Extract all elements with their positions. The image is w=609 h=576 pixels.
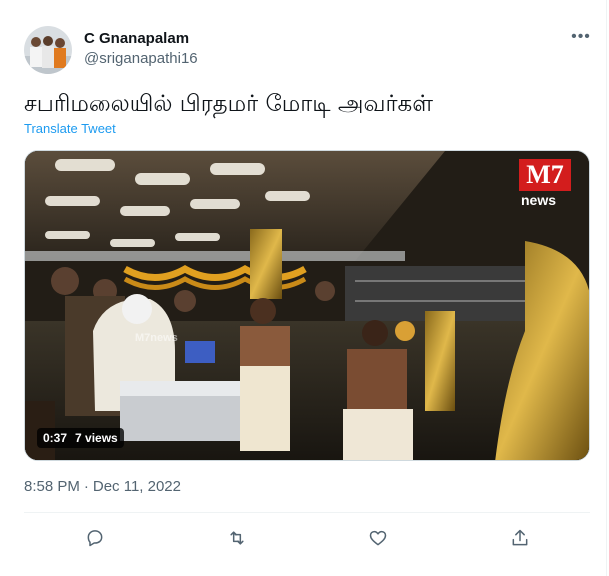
logo-sub-text: news bbox=[521, 192, 557, 208]
logo-main-text: M7 bbox=[519, 159, 571, 191]
like-button[interactable] bbox=[365, 525, 391, 551]
translate-tweet-link[interactable]: Translate Tweet bbox=[24, 121, 116, 136]
share-icon bbox=[512, 529, 528, 546]
avatar[interactable] bbox=[24, 26, 72, 74]
video-views: 7 views bbox=[75, 431, 118, 445]
retweet-icon bbox=[230, 531, 244, 545]
video-frame: M7news bbox=[25, 151, 589, 460]
channel-logo: M7 news bbox=[519, 159, 571, 209]
like-icon bbox=[369, 530, 387, 546]
reply-icon bbox=[87, 530, 103, 547]
avatar-photo-icon bbox=[24, 26, 72, 74]
retweet-button[interactable] bbox=[224, 525, 250, 551]
video-player[interactable]: M7news M7 news 0:37 7 views bbox=[24, 150, 590, 461]
author-name[interactable]: C Gnanapalam bbox=[84, 30, 189, 47]
tweet-date[interactable]: Dec 11, 2022 bbox=[93, 478, 181, 495]
more-options-icon[interactable]: ••• bbox=[568, 26, 594, 48]
reply-button[interactable] bbox=[82, 525, 108, 551]
tweet-text: சபரிமலையில் பிரதமர் மோடி அவர்கள் bbox=[24, 91, 433, 117]
tweet-timestamp[interactable]: 8:58 PM · Dec 11, 2022 bbox=[24, 478, 181, 495]
timestamp-separator: · bbox=[83, 478, 89, 495]
video-info-badge: 0:37 7 views bbox=[37, 428, 124, 448]
tweet-card: C Gnanapalam @sriganapathi16 ••• சபரிமலை… bbox=[0, 0, 607, 576]
author-handle[interactable]: @sriganapathi16 bbox=[84, 50, 198, 67]
overlay-watermark: M7news bbox=[135, 332, 178, 344]
share-button[interactable] bbox=[507, 525, 533, 551]
tweet-time[interactable]: 8:58 PM bbox=[24, 478, 80, 495]
video-duration: 0:37 bbox=[43, 431, 68, 445]
divider bbox=[24, 512, 590, 513]
